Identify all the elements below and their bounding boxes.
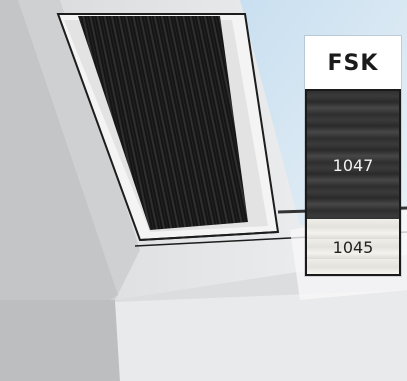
floor-wall <box>115 290 407 381</box>
product-label-panel: FSK 1047 1045 <box>305 36 401 276</box>
swatch-light: 1045 <box>305 219 401 276</box>
product-title: FSK <box>327 50 379 76</box>
swatch-code-dark: 1047 <box>332 156 374 175</box>
swatch-dark: 1047 <box>305 90 401 219</box>
lower-left-wall <box>0 300 120 381</box>
swatch-code-light: 1045 <box>332 238 374 257</box>
